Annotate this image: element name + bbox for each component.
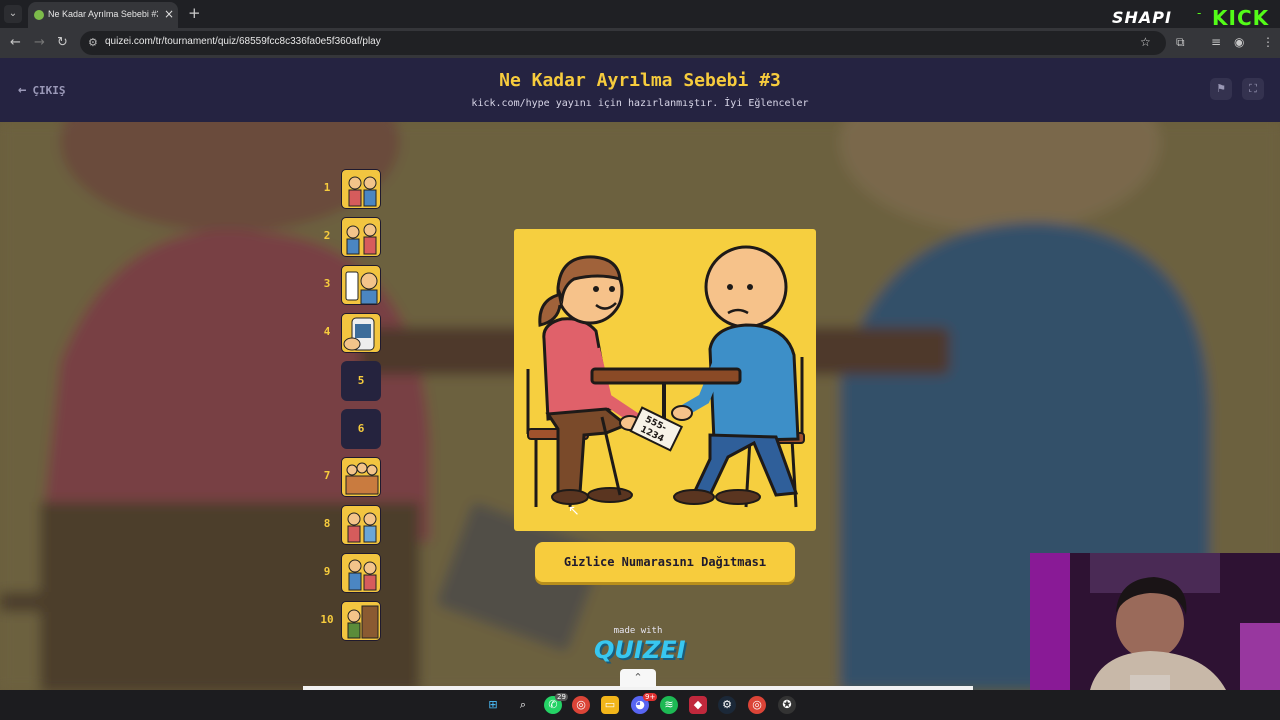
- progress-number: 4: [323, 325, 331, 338]
- progress-item-8[interactable]: 8: [314, 505, 384, 547]
- whatsapp-badge: 29: [555, 693, 568, 701]
- address-bar[interactable]: ⚙ quizei.com/tr/tournament/quiz/68559fcc…: [80, 31, 1166, 55]
- kick-brand-logo: KICK: [1212, 6, 1270, 30]
- quiz-option-image[interactable]: 555- 1234: [514, 229, 816, 531]
- profile-avatar-icon[interactable]: ◉: [1234, 35, 1244, 49]
- windows-taskbar: ⊞ ⌕ ✆ 29 ◎ ▭ ◕ 9+ ≋ ◆ ⚙ ◎ ✪: [0, 690, 1280, 720]
- browser-tab-active[interactable]: Ne Kadar Ayrılma Sebebi #3 - T ×: [28, 2, 178, 28]
- progress-item-6[interactable]: 6: [314, 409, 384, 451]
- url-text: quizei.com/tr/tournament/quiz/68559fcc8c…: [105, 36, 381, 47]
- fullscreen-button[interactable]: ⛶: [1242, 78, 1264, 100]
- progress-thumbnail: [341, 601, 381, 641]
- progress-thumbnail: [341, 265, 381, 305]
- progress-number: 1: [323, 181, 331, 194]
- steam-icon[interactable]: ⚙: [718, 696, 736, 714]
- progress-thumbnail: [341, 169, 381, 209]
- progress-slot-empty: 6: [341, 409, 381, 449]
- forward-icon[interactable]: →: [34, 35, 45, 50]
- progress-item-10[interactable]: 10: [314, 601, 384, 643]
- tab-close-icon[interactable]: ×: [164, 7, 174, 21]
- progress-item-1[interactable]: 1: [314, 169, 384, 211]
- progress-thumbnail: [341, 457, 381, 497]
- extensions-icon[interactable]: ⧉: [1176, 35, 1185, 50]
- back-icon[interactable]: ←: [10, 35, 21, 50]
- progress-number: 9: [323, 565, 331, 578]
- brand-separator: -: [1197, 6, 1202, 20]
- tab-title: Ne Kadar Ayrılma Sebebi #3 - T: [48, 9, 158, 19]
- progress-number: 2: [323, 229, 331, 242]
- quizei-logo[interactable]: QUIZEI: [594, 636, 686, 664]
- quiz-title: Ne Kadar Ayrılma Sebebi #3: [499, 70, 781, 91]
- progress-number: 8: [323, 517, 331, 530]
- progress-item-4[interactable]: 4: [314, 313, 384, 355]
- progress-item-3[interactable]: 3: [314, 265, 384, 307]
- progress-item-5[interactable]: 5: [314, 361, 384, 403]
- tab-favicon-icon: [34, 10, 44, 20]
- made-with-label: made with: [613, 626, 663, 636]
- mouse-cursor-icon: ↖: [568, 503, 580, 519]
- progress-item-9[interactable]: 9: [314, 553, 384, 595]
- windows-start-icon[interactable]: ⊞: [484, 696, 502, 714]
- tab-search-menu[interactable]: ⌄: [4, 5, 22, 23]
- progress-thumbnail: [341, 313, 381, 353]
- bookmark-star-icon[interactable]: ☆: [1140, 35, 1151, 49]
- reload-icon[interactable]: ↻: [57, 35, 68, 50]
- progress-number: 7: [323, 469, 331, 482]
- shapi-brand-logo: SHAPI: [1112, 8, 1172, 27]
- app-tray-icon[interactable]: ✪: [778, 696, 796, 714]
- answer-option-button[interactable]: Gizlice Numarasını Dağıtması: [535, 542, 795, 582]
- quiz-subtitle: kick.com/hype yayını için hazırlanmıştır…: [471, 98, 809, 109]
- progress-thumbnail: [341, 553, 381, 593]
- browser-toolbar: ← → ↻ ⚙ quizei.com/tr/tournament/quiz/68…: [0, 28, 1280, 58]
- report-flag-button[interactable]: ⚑: [1210, 78, 1232, 100]
- webcam-overlay: [1030, 553, 1280, 690]
- progress-slot-empty: 5: [341, 361, 381, 401]
- discord-badge: 9+: [643, 693, 658, 701]
- quiz-header: ← ÇIKIŞ Ne Kadar Ayrılma Sebebi #3 kick.c…: [0, 58, 1280, 122]
- new-tab-button[interactable]: +: [188, 4, 201, 22]
- chrome-icon[interactable]: ◎: [572, 696, 590, 714]
- app-active-icon[interactable]: ◆: [689, 696, 707, 714]
- browser-menu-icon[interactable]: ⋮: [1262, 35, 1274, 49]
- progress-thumbnail: [341, 217, 381, 257]
- progress-thumbnail: [341, 505, 381, 545]
- progress-number: 3: [323, 277, 331, 290]
- progress-number: 10: [320, 613, 334, 626]
- chevron-up-icon[interactable]: ⌃: [620, 669, 656, 687]
- file-explorer-icon[interactable]: ▭: [601, 696, 619, 714]
- progress-item-7[interactable]: 7: [314, 457, 384, 499]
- search-icon[interactable]: ⌕: [514, 696, 532, 714]
- site-info-icon[interactable]: ⚙: [88, 36, 98, 49]
- reading-list-icon[interactable]: ≡: [1211, 35, 1221, 49]
- spotify-icon[interactable]: ≋: [660, 696, 678, 714]
- progress-item-2[interactable]: 2: [314, 217, 384, 259]
- chrome-profile-icon[interactable]: ◎: [748, 696, 766, 714]
- browser-tab-bar: ⌄ Ne Kadar Ayrılma Sebebi #3 - T × + SHA…: [0, 0, 1280, 30]
